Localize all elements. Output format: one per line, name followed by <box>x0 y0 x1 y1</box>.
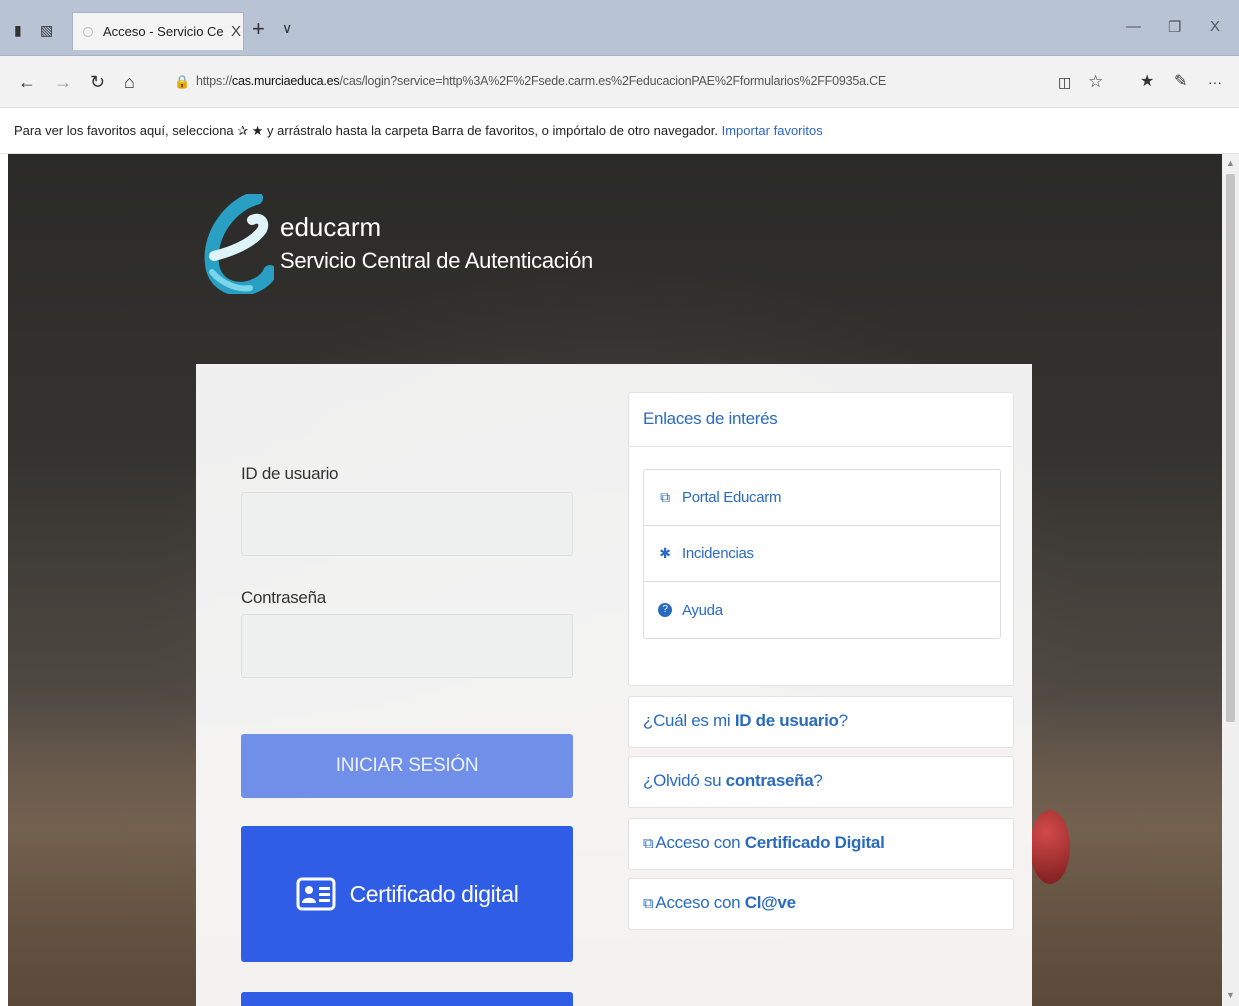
more-icon[interactable]: ··· <box>1208 72 1222 92</box>
help-user-id-qmark: ? <box>838 711 848 730</box>
lock-icon[interactable]: 🔒 <box>174 74 190 90</box>
home-icon[interactable]: ⌂ <box>124 72 135 92</box>
help-password-qmark: ? <box>813 771 823 790</box>
back-icon[interactable]: ← <box>18 72 36 92</box>
refresh-icon[interactable]: ↻ <box>90 72 105 92</box>
browser-title-bar: ▮ ▧ Acceso - Servicio Centrá X + ∨ — ❐ X <box>0 0 1239 56</box>
tab-favicon-icon <box>83 26 93 37</box>
favorites-hub-icon[interactable]: ★ <box>1140 72 1154 92</box>
tab-actions-icon[interactable]: ▮ <box>14 22 28 38</box>
link-label: Portal Educarm <box>682 489 782 506</box>
bug-icon: ✱ <box>659 545 671 561</box>
clave-access-text: Acceso con <box>655 893 745 912</box>
tab-close-icon[interactable]: X <box>231 23 241 40</box>
help-user-id-text: ¿Cuál es mi <box>643 711 735 730</box>
links-panel-title: Enlaces de interés <box>629 393 1013 447</box>
links-list: ⧉ Portal Educarm ✱ Incidencias ? Ayuda <box>643 469 1001 639</box>
help-icon: ? <box>658 603 672 617</box>
favorite-star-icon[interactable]: ☆ <box>1088 72 1103 92</box>
tab-preview-icon[interactable]: ▧ <box>40 22 54 38</box>
restore-icon[interactable]: ❐ <box>1168 18 1181 36</box>
help-password-link[interactable]: ¿Olvidó su contraseña? <box>628 756 1014 808</box>
url-host: cas.murciaeduca.es <box>231 74 340 88</box>
id-card-icon <box>296 877 336 911</box>
scroll-down-icon[interactable]: ▼ <box>1226 990 1235 1000</box>
brand-name: educarm <box>280 212 382 242</box>
user-id-label: ID de usuario <box>241 464 339 483</box>
help-password-bold: contraseña <box>725 771 814 790</box>
tab-title: Acceso - Servicio Centrá <box>103 24 223 39</box>
favorites-bar: Para ver los favoritos aquí, selecciona … <box>0 108 1239 154</box>
external-link-icon: ⧉ <box>660 489 670 505</box>
favorites-bar-text: Para ver los favoritos aquí, selecciona … <box>14 123 718 138</box>
scroll-up-icon[interactable]: ▲ <box>1226 158 1235 168</box>
login-panel: ID de usuario Contraseña INICIAR SESIÓN … <box>196 364 1032 1006</box>
help-user-id-link[interactable]: ¿Cuál es mi ID de usuario? <box>628 696 1014 748</box>
link-label: Incidencias <box>682 545 754 562</box>
login-button[interactable]: INICIAR SESIÓN <box>241 734 573 798</box>
password-input[interactable] <box>241 614 573 678</box>
link-ayuda[interactable]: ? Ayuda <box>644 582 1000 638</box>
scroll-thumb[interactable] <box>1226 174 1235 722</box>
forward-icon[interactable]: → <box>54 72 72 92</box>
educarm-logo-icon <box>204 194 274 294</box>
page-scrollbar[interactable]: ▲ ▼ <box>1222 154 1239 1006</box>
user-id-input[interactable] <box>241 492 573 556</box>
clave-access-bold: Cl@ve <box>744 893 796 912</box>
clave-access-link[interactable]: ⧉ Acceso con Cl@ve <box>628 878 1014 930</box>
close-window-icon[interactable]: X <box>1210 18 1220 35</box>
external-link-icon: ⧉ <box>643 835 654 852</box>
address-bar[interactable]: https://cas.murciaeduca.es/cas/login?ser… <box>196 74 886 88</box>
minimize-icon[interactable]: — <box>1126 18 1141 35</box>
browser-nav-bar: ← → ↻ ⌂ 🔒 https://cas.murciaeduca.es/cas… <box>0 56 1239 108</box>
reading-view-icon[interactable]: ◫ <box>1058 72 1071 92</box>
certificate-button-label: Certificado digital <box>349 880 519 907</box>
url-prefix: https:// <box>196 74 232 88</box>
clave-login-button[interactable] <box>241 992 573 1006</box>
browser-tab-active[interactable]: Acceso - Servicio Centrá X <box>72 12 244 50</box>
link-portal-educarm[interactable]: ⧉ Portal Educarm <box>644 470 1000 526</box>
links-panel: Enlaces de interés ⧉ Portal Educarm ✱ In… <box>628 392 1014 686</box>
new-tab-button[interactable]: + <box>252 16 265 42</box>
help-password-text: ¿Olvidó su <box>643 771 726 790</box>
import-favorites-link[interactable]: Importar favoritos <box>722 123 823 138</box>
tab-list-chevron-icon[interactable]: ∨ <box>282 20 292 37</box>
external-link-icon: ⧉ <box>643 895 654 912</box>
cert-access-link[interactable]: ⧉ Acceso con Certificado Digital <box>628 818 1014 870</box>
help-user-id-bold: ID de usuario <box>734 711 839 730</box>
link-incidencias[interactable]: ✱ Incidencias <box>644 526 1000 582</box>
certificate-button[interactable]: Certificado digital <box>241 826 573 962</box>
cert-access-text: Acceso con <box>655 833 745 852</box>
background-ball <box>1030 810 1070 884</box>
cert-access-bold: Certificado Digital <box>744 833 885 852</box>
brand-subtitle: Servicio Central de Autenticación <box>280 248 593 273</box>
url-path: /cas/login?service=http%3A%2F%2Fsede.car… <box>339 74 887 88</box>
pen-icon[interactable]: ✎ <box>1174 72 1187 92</box>
link-label: Ayuda <box>682 601 723 619</box>
page-viewport: educarm Servicio Central de Autenticació… <box>8 154 1222 1006</box>
password-label: Contraseña <box>241 588 326 607</box>
